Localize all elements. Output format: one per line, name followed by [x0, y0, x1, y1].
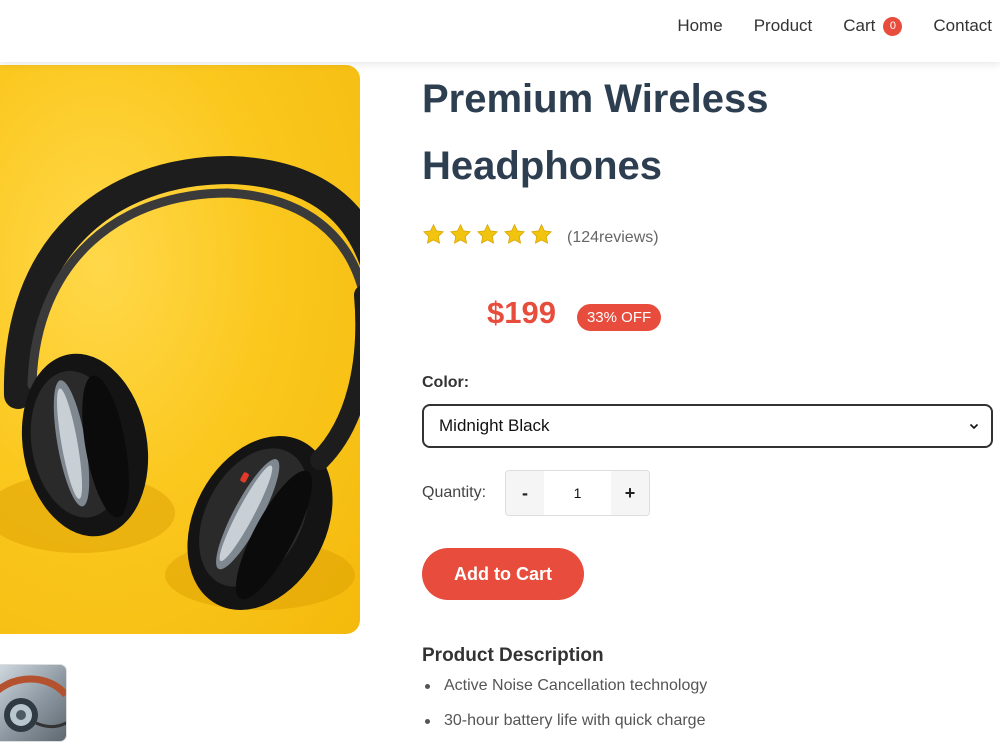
- cart-count-badge: 0: [883, 16, 903, 36]
- star-icon: [476, 223, 499, 244]
- headphones-image: [0, 155, 360, 610]
- product-price: $199: [487, 294, 556, 330]
- star-icon: [530, 223, 553, 244]
- quantity-label: Quantity:: [422, 484, 487, 501]
- description-heading: Product Description: [422, 645, 604, 666]
- price-row: $199 33% OFF: [487, 294, 662, 331]
- review-count[interactable]: (124reviews): [567, 229, 659, 247]
- product-main-image: [0, 65, 360, 634]
- color-select-value: Midnight Black: [439, 416, 550, 435]
- headphones-thumbnail-icon: [0, 675, 66, 732]
- site-header: Home Product Cart 0 Contact: [0, 0, 1000, 62]
- nav-home-link[interactable]: Home: [677, 16, 722, 36]
- main-nav: Home Product Cart 0 Contact: [646, 0, 992, 52]
- product-rating: (124reviews): [422, 222, 659, 247]
- star-icon: [503, 223, 526, 244]
- chevron-down-icon: [969, 423, 979, 430]
- quantity-stepper: - 1 +: [505, 470, 650, 516]
- star-icon: [422, 223, 445, 244]
- product-title: Premium Wireless Headphones: [422, 77, 769, 188]
- nav-contact-link[interactable]: Contact: [933, 16, 992, 36]
- star-rating: [422, 223, 553, 246]
- quantity-decrease-button[interactable]: -: [506, 471, 544, 515]
- nav-cart-label: Cart: [843, 16, 876, 35]
- feature-list: Active Noise Cancellation technology 30-…: [422, 675, 707, 745]
- nav-product-link[interactable]: Product: [754, 16, 813, 36]
- quantity-input[interactable]: 1: [544, 471, 611, 515]
- star-icon: [449, 223, 472, 244]
- color-label: Color:: [422, 374, 470, 391]
- color-select[interactable]: Midnight Black: [422, 404, 993, 448]
- nav-cart-link[interactable]: Cart 0: [843, 16, 903, 36]
- discount-badge: 33% OFF: [576, 304, 662, 331]
- feature-item: Active Noise Cancellation technology: [424, 675, 707, 710]
- quantity-increase-button[interactable]: +: [611, 471, 649, 515]
- add-to-cart-button[interactable]: Add to Cart: [422, 548, 584, 600]
- product-thumbnail[interactable]: [0, 664, 67, 742]
- feature-item: 30-hour battery life with quick charge: [424, 710, 707, 745]
